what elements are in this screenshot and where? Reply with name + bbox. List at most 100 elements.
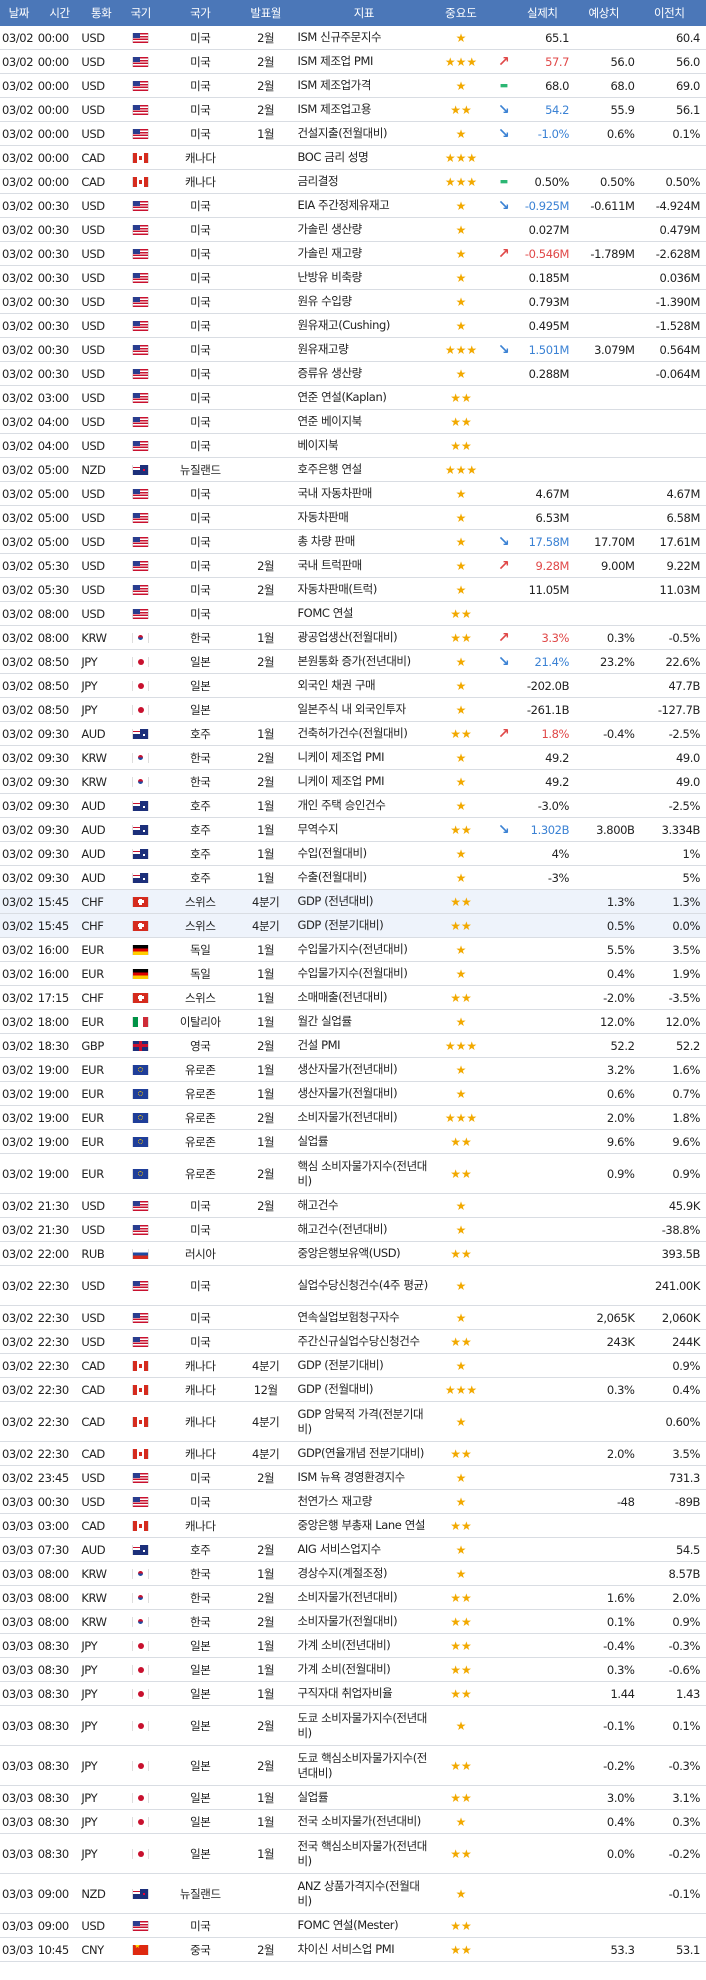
table-row[interactable]: 03/02 00:30 USD 미국 원유재고(Cushing) ★ 0.495… bbox=[0, 314, 706, 338]
table-row[interactable]: 03/02 19:00 EUR 유로존 1월 실업률 ★★ 9.6% 9.6% bbox=[0, 1130, 706, 1154]
table-row[interactable]: 03/02 22:30 USD 미국 주간신규실업수당신청건수 ★★ 243K … bbox=[0, 1330, 706, 1354]
header-previous[interactable]: 이전치 bbox=[639, 5, 706, 21]
header-flag[interactable]: 국기 bbox=[121, 5, 161, 21]
cell-indicator[interactable]: FOMC 연설(Mester) bbox=[291, 1918, 430, 1933]
table-row[interactable]: 03/02 16:00 EUR 독일 1월 수입물가지수(전년대비) ★ 5.5… bbox=[0, 938, 706, 962]
table-row[interactable]: 03/02 00:00 CAD 캐나다 BOC 금리 성명 ★★★ bbox=[0, 146, 706, 170]
table-row[interactable]: 03/02 04:00 USD 미국 연준 베이지북 ★★ bbox=[0, 410, 706, 434]
cell-indicator[interactable]: 건설지출(전월대비) bbox=[291, 126, 430, 141]
table-row[interactable]: 03/02 18:30 GBP 영국 2월 건설 PMI ★★★ 52.2 52… bbox=[0, 1034, 706, 1058]
table-row[interactable]: 03/02 00:00 USD 미국 2월 ISM 제조업고용 ★★ ↘ 54.… bbox=[0, 98, 706, 122]
cell-indicator[interactable]: 총 차량 판매 bbox=[291, 534, 430, 549]
table-row[interactable]: 03/03 08:00 KRW 한국 1월 경상수지(계절조정) ★ 8.57B bbox=[0, 1562, 706, 1586]
table-row[interactable]: 03/02 17:15 CHF 스위스 1월 소매매출(전년대비) ★★ -2.… bbox=[0, 986, 706, 1010]
table-row[interactable]: 03/02 18:00 EUR 이탈리아 1월 월간 실업률 ★ 12.0% 1… bbox=[0, 1010, 706, 1034]
table-row[interactable]: 03/03 08:00 KRW 한국 2월 소비자물가(전월대비) ★★ 0.1… bbox=[0, 1610, 706, 1634]
cell-indicator[interactable]: 핵심 소비자물가지수(전년대비) bbox=[291, 1159, 430, 1189]
table-row[interactable]: 03/02 22:30 USD 미국 연속실업보험청구자수 ★ 2,065K 2… bbox=[0, 1306, 706, 1330]
cell-indicator[interactable]: 자동차판매 bbox=[291, 510, 430, 525]
table-row[interactable]: 03/02 21:30 USD 미국 해고건수(전년대비) ★ -38.8% bbox=[0, 1218, 706, 1242]
cell-indicator[interactable]: 가계 소비(전월대비) bbox=[291, 1662, 430, 1677]
table-row[interactable]: 03/03 08:30 JPY 일본 2월 도쿄 소비자물가지수(전년대비) ★… bbox=[0, 1706, 706, 1746]
table-row[interactable]: 03/02 00:30 USD 미국 가솔린 생산량 ★ 0.027M 0.47… bbox=[0, 218, 706, 242]
cell-indicator[interactable]: 호주은행 연설 bbox=[291, 462, 430, 477]
table-row[interactable]: 03/02 15:45 CHF 스위스 4분기 GDP (전년대비) ★★ 1.… bbox=[0, 890, 706, 914]
cell-indicator[interactable]: GDP 암묵적 가격(전분기대비) bbox=[291, 1407, 430, 1437]
table-row[interactable]: 03/02 19:00 EUR 유로존 1월 생산자물가(전월대비) ★ 0.6… bbox=[0, 1082, 706, 1106]
table-row[interactable]: 03/02 19:00 EUR 유로존 2월 핵심 소비자물가지수(전년대비) … bbox=[0, 1154, 706, 1194]
cell-indicator[interactable]: 수입(전월대비) bbox=[291, 846, 430, 861]
table-row[interactable]: 03/03 08:30 JPY 일본 1월 가계 소비(전월대비) ★★ 0.3… bbox=[0, 1658, 706, 1682]
cell-indicator[interactable]: 차이신 서비스업 PMI bbox=[291, 1942, 430, 1957]
cell-indicator[interactable]: ISM 제조업가격 bbox=[291, 78, 430, 93]
cell-indicator[interactable]: 가솔린 재고량 bbox=[291, 246, 430, 261]
cell-indicator[interactable]: 월간 실업률 bbox=[291, 1014, 430, 1029]
table-row[interactable]: 03/02 00:30 USD 미국 EIA 주간정제유재고 ★ ↘ -0.92… bbox=[0, 194, 706, 218]
table-row[interactable]: 03/02 00:00 USD 미국 2월 ISM 제조업 PMI ★★★ ↗ … bbox=[0, 50, 706, 74]
table-row[interactable]: 03/02 00:30 USD 미국 가솔린 재고량 ★ ↗ -0.546M -… bbox=[0, 242, 706, 266]
table-row[interactable]: 03/02 09:30 AUD 호주 1월 건축허가건수(전월대비) ★★ ↗ … bbox=[0, 722, 706, 746]
cell-indicator[interactable]: 외국인 채권 구매 bbox=[291, 678, 430, 693]
cell-indicator[interactable]: 실업률 bbox=[291, 1790, 430, 1805]
header-time[interactable]: 시간 bbox=[36, 5, 82, 21]
table-row[interactable]: 03/02 09:30 AUD 호주 1월 무역수지 ★★ ↘ 1.302B 3… bbox=[0, 818, 706, 842]
cell-indicator[interactable]: 소비자물가(전월대비) bbox=[291, 1614, 430, 1629]
cell-indicator[interactable]: 전국 소비자물가(전년대비) bbox=[291, 1814, 430, 1829]
cell-indicator[interactable]: 수입물가지수(전월대비) bbox=[291, 966, 430, 981]
table-row[interactable]: 03/02 09:30 KRW 한국 2월 니케이 제조업 PMI ★ 49.2… bbox=[0, 746, 706, 770]
table-row[interactable]: 03/02 05:30 USD 미국 2월 국내 트럭판매 ★ ↗ 9.28M … bbox=[0, 554, 706, 578]
header-country[interactable]: 국가 bbox=[161, 5, 240, 21]
table-row[interactable]: 03/03 08:00 KRW 한국 2월 소비자물가(전년대비) ★★ 1.6… bbox=[0, 1586, 706, 1610]
table-row[interactable]: 03/03 09:00 NZD 뉴질랜드 ANZ 상품가격지수(전월대비) ★ … bbox=[0, 1874, 706, 1914]
cell-indicator[interactable]: GDP (전년대비) bbox=[291, 894, 430, 909]
table-row[interactable]: 03/02 03:00 USD 미국 연준 연설(Kaplan) ★★ bbox=[0, 386, 706, 410]
cell-indicator[interactable]: GDP (전분기대비) bbox=[291, 1358, 430, 1373]
table-row[interactable]: 03/03 00:30 USD 미국 천연가스 재고량 ★ -48 -89B bbox=[0, 1490, 706, 1514]
cell-indicator[interactable]: 일본주식 내 외국인투자 bbox=[291, 702, 430, 717]
table-row[interactable]: 03/03 09:00 USD 미국 FOMC 연설(Mester) ★★ bbox=[0, 1914, 706, 1938]
table-row[interactable]: 03/02 22:30 USD 미국 실업수당신청건수(4주 평균) ★ 241… bbox=[0, 1266, 706, 1306]
table-row[interactable]: 03/02 09:30 AUD 호주 1월 개인 주택 승인건수 ★ -3.0%… bbox=[0, 794, 706, 818]
cell-indicator[interactable]: 원유 수입량 bbox=[291, 294, 430, 309]
cell-indicator[interactable]: 베이지북 bbox=[291, 438, 430, 453]
cell-indicator[interactable]: 국내 자동차판매 bbox=[291, 486, 430, 501]
cell-indicator[interactable]: 연준 연설(Kaplan) bbox=[291, 390, 430, 405]
cell-indicator[interactable]: 실업률 bbox=[291, 1134, 430, 1149]
table-row[interactable]: 03/03 10:45 CNY 중국 2월 차이신 서비스업 PMI ★★ 53… bbox=[0, 1938, 706, 1962]
cell-indicator[interactable]: 수입물가지수(전년대비) bbox=[291, 942, 430, 957]
cell-indicator[interactable]: 무역수지 bbox=[291, 822, 430, 837]
cell-indicator[interactable]: 소비자물가(전년대비) bbox=[291, 1590, 430, 1605]
cell-indicator[interactable]: GDP (전월대비) bbox=[291, 1382, 430, 1397]
cell-indicator[interactable]: 주간신규실업수당신청건수 bbox=[291, 1334, 430, 1349]
table-row[interactable]: 03/02 19:00 EUR 유로존 2월 소비자물가(전년대비) ★★★ 2… bbox=[0, 1106, 706, 1130]
cell-indicator[interactable]: 해고건수 bbox=[291, 1198, 430, 1213]
cell-indicator[interactable]: 니케이 제조업 PMI bbox=[291, 750, 430, 765]
header-importance[interactable]: 중요도 bbox=[430, 5, 491, 21]
table-row[interactable]: 03/02 05:30 USD 미국 2월 자동차판매(트럭) ★ 11.05M… bbox=[0, 578, 706, 602]
table-row[interactable]: 03/03 08:30 JPY 일본 1월 전국 핵심소비자물가(전년대비) ★… bbox=[0, 1834, 706, 1874]
cell-indicator[interactable]: 난방유 비축량 bbox=[291, 270, 430, 285]
table-row[interactable]: 03/02 08:00 KRW 한국 1월 광공업생산(전월대비) ★★ ↗ 3… bbox=[0, 626, 706, 650]
table-row[interactable]: 03/03 03:00 CAD 캐나다 중앙은행 부총재 Lane 연설 ★★ bbox=[0, 1514, 706, 1538]
table-row[interactable]: 03/02 00:30 USD 미국 난방유 비축량 ★ 0.185M 0.03… bbox=[0, 266, 706, 290]
table-row[interactable]: 03/02 05:00 USD 미국 국내 자동차판매 ★ 4.67M 4.67… bbox=[0, 482, 706, 506]
cell-indicator[interactable]: AIG 서비스업지수 bbox=[291, 1542, 430, 1557]
cell-indicator[interactable]: 국내 트럭판매 bbox=[291, 558, 430, 573]
cell-indicator[interactable]: ANZ 상품가격지수(전월대비) bbox=[291, 1879, 430, 1909]
cell-indicator[interactable]: 소매매출(전년대비) bbox=[291, 990, 430, 1005]
table-row[interactable]: 03/02 08:00 USD 미국 FOMC 연설 ★★ bbox=[0, 602, 706, 626]
cell-indicator[interactable]: 본원통화 증가(전년대비) bbox=[291, 654, 430, 669]
header-date[interactable]: 날짜 bbox=[0, 5, 36, 21]
table-row[interactable]: 03/02 19:00 EUR 유로존 1월 생산자물가(전년대비) ★ 3.2… bbox=[0, 1058, 706, 1082]
table-row[interactable]: 03/02 22:30 CAD 캐나다 12월 GDP (전월대비) ★★★ 0… bbox=[0, 1378, 706, 1402]
table-row[interactable]: 03/03 07:30 AUD 호주 2월 AIG 서비스업지수 ★ 54.5 bbox=[0, 1538, 706, 1562]
cell-indicator[interactable]: 생산자물가(전월대비) bbox=[291, 1086, 430, 1101]
cell-indicator[interactable]: 도쿄 소비자물가지수(전년대비) bbox=[291, 1711, 430, 1741]
cell-indicator[interactable]: 광공업생산(전월대비) bbox=[291, 630, 430, 645]
table-row[interactable]: 03/02 05:00 USD 미국 총 차량 판매 ★ ↘ 17.58M 17… bbox=[0, 530, 706, 554]
cell-indicator[interactable]: ISM 뉴욕 경영환경지수 bbox=[291, 1470, 430, 1485]
cell-indicator[interactable]: BOC 금리 성명 bbox=[291, 150, 430, 165]
cell-indicator[interactable]: GDP(연율개념 전분기대비) bbox=[291, 1446, 430, 1461]
header-currency[interactable]: 통화 bbox=[81, 5, 121, 21]
table-row[interactable]: 03/02 09:30 KRW 한국 2월 니케이 제조업 PMI ★ 49.2… bbox=[0, 770, 706, 794]
